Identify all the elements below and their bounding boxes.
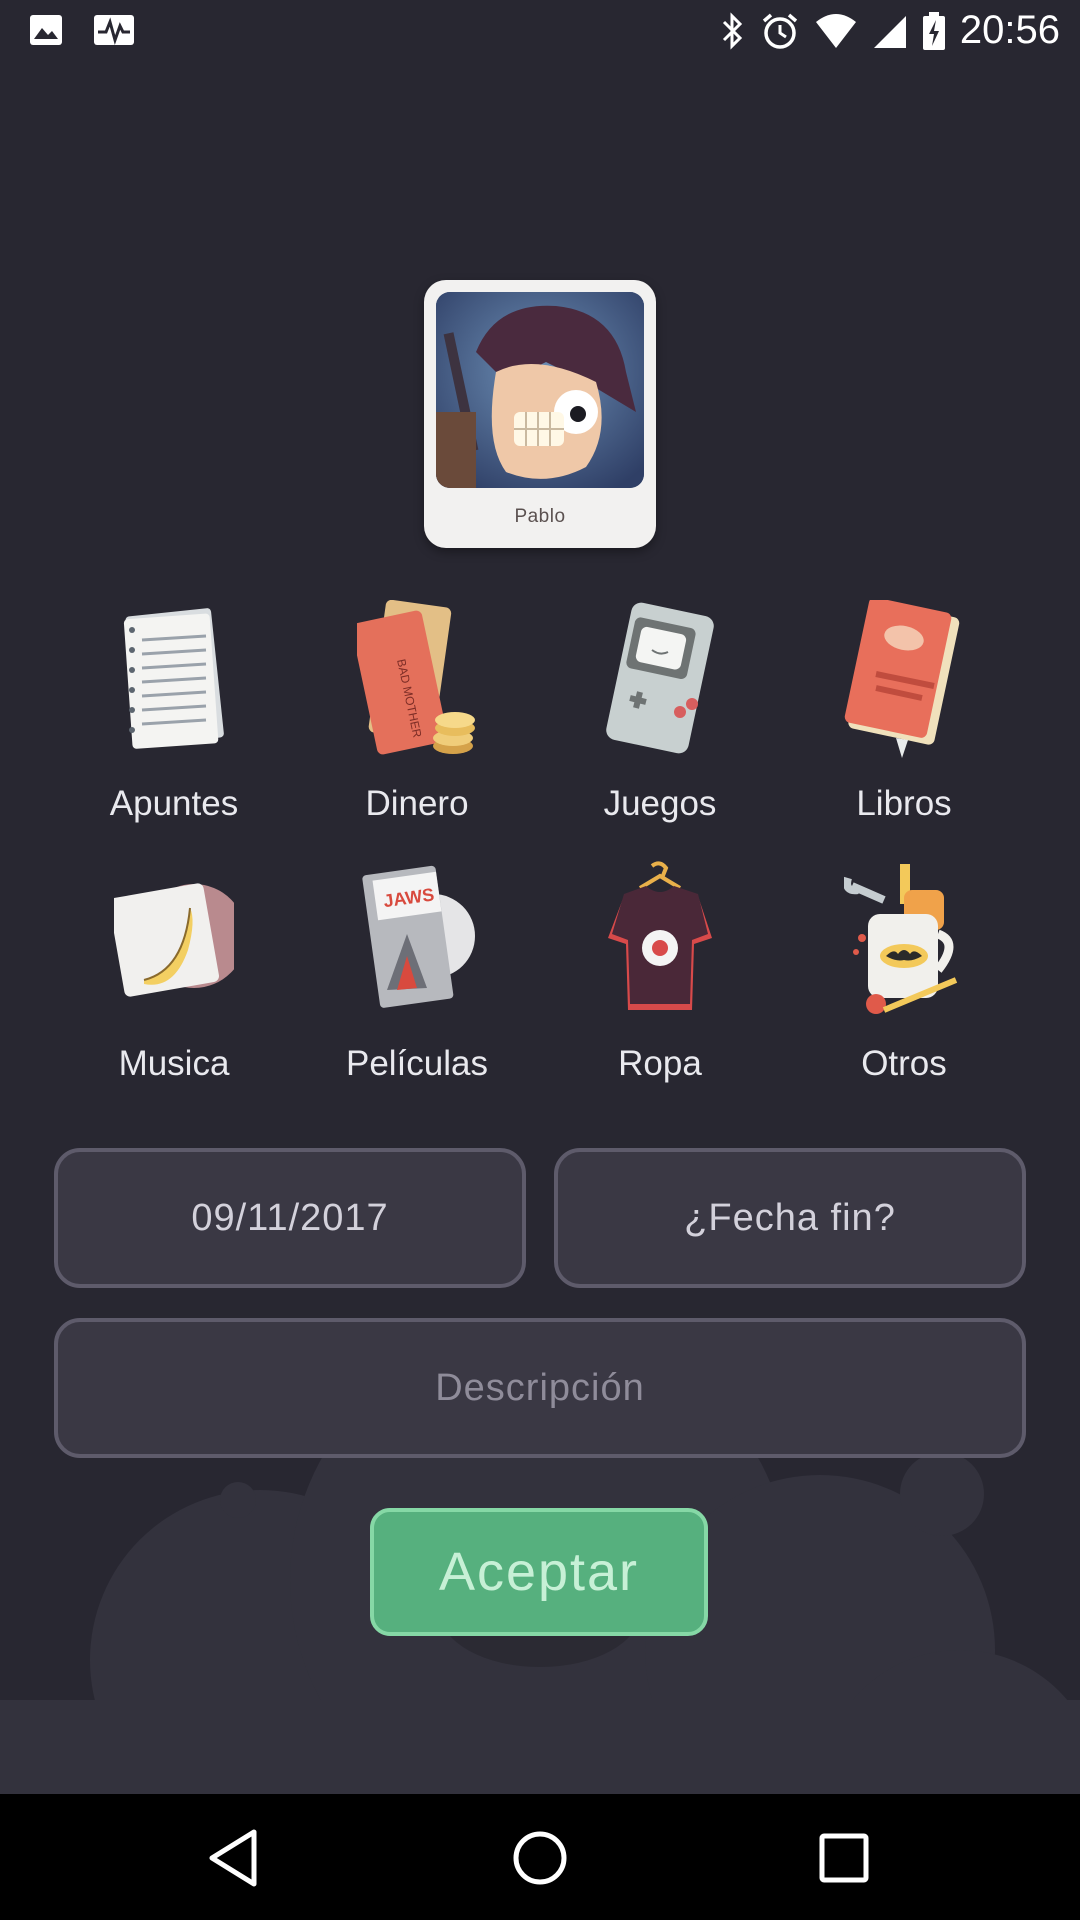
vinyl-icon bbox=[114, 883, 234, 997]
status-bar: 20:56 bbox=[0, 0, 1080, 66]
book-icon bbox=[844, 600, 960, 758]
category-label: Apuntes bbox=[109, 784, 239, 823]
category-dinero[interactable]: BAD MOTHER Dinero bbox=[307, 600, 527, 840]
wifi-icon bbox=[815, 13, 856, 48]
description-field[interactable] bbox=[54, 1318, 1026, 1458]
category-otros[interactable]: Otros bbox=[794, 860, 1014, 1100]
category-label: Ropa bbox=[618, 1044, 702, 1083]
clock: 20:56 bbox=[959, 8, 1060, 52]
category-label: Juegos bbox=[603, 784, 717, 823]
alarm-icon bbox=[762, 13, 798, 49]
profile-name: Pablo bbox=[514, 506, 566, 527]
tshirt-icon bbox=[608, 861, 712, 1010]
end-date-placeholder: ¿Fecha fin? bbox=[684, 1196, 896, 1239]
category-libros[interactable]: Libros bbox=[794, 600, 1014, 840]
back-icon[interactable] bbox=[204, 1826, 268, 1890]
bluetooth-icon bbox=[722, 11, 743, 50]
accept-button[interactable]: Aceptar bbox=[370, 1508, 708, 1636]
battery-charging-icon bbox=[922, 11, 945, 50]
navigation-bar bbox=[0, 1794, 1080, 1920]
category-label: Dinero bbox=[365, 784, 469, 823]
gameboy-icon bbox=[606, 602, 714, 754]
start-date-field[interactable]: 09/11/2017 bbox=[54, 1148, 526, 1288]
category-peliculas[interactable]: JAWS Películas bbox=[307, 860, 527, 1100]
end-date-field[interactable]: ¿Fecha fin? bbox=[554, 1148, 1026, 1288]
category-juegos[interactable]: Juegos bbox=[550, 600, 770, 840]
signal-icon bbox=[873, 15, 906, 48]
category-label: Películas bbox=[345, 1044, 489, 1083]
mug-tools-icon bbox=[844, 864, 958, 1014]
money-icon: BAD MOTHER bbox=[357, 600, 475, 755]
image-icon bbox=[30, 15, 62, 45]
avatar bbox=[436, 292, 644, 488]
category-musica[interactable]: Musica bbox=[64, 860, 284, 1100]
profile-card[interactable]: Pablo bbox=[424, 280, 656, 548]
category-label: Musica bbox=[118, 1044, 230, 1083]
movie-dvd-icon: JAWS bbox=[362, 865, 475, 1008]
category-apuntes[interactable]: Apuntes bbox=[64, 600, 284, 840]
description-input[interactable] bbox=[58, 1365, 1022, 1411]
category-label: Libros bbox=[856, 784, 952, 823]
home-icon[interactable] bbox=[508, 1826, 572, 1890]
pulse-icon bbox=[94, 15, 134, 45]
category-ropa[interactable]: Ropa bbox=[550, 860, 770, 1100]
notebook-icon bbox=[123, 608, 224, 749]
recents-icon[interactable] bbox=[812, 1826, 876, 1890]
start-date-value: 09/11/2017 bbox=[191, 1196, 389, 1239]
category-label: Otros bbox=[861, 1044, 947, 1083]
